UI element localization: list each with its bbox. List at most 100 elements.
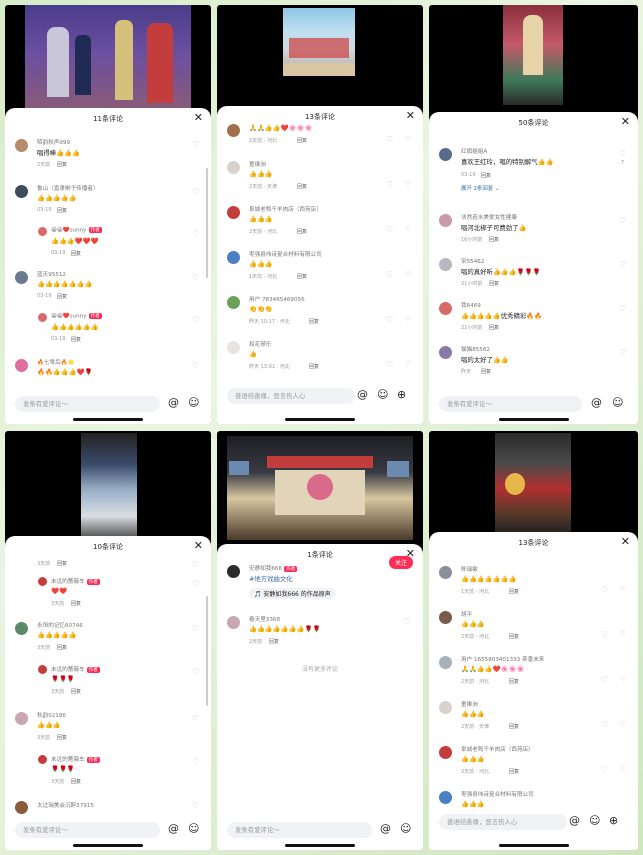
reply-author-name[interactable]: 😀😀❤️sunny (51, 314, 87, 320)
comment-input[interactable]: 发条有爱评论～ (15, 822, 160, 838)
mention-icon[interactable]: @ (380, 822, 391, 835)
emoji-icon[interactable]: ☺ (188, 822, 199, 835)
expand-replies-button[interactable]: 展开 2条回复 ⌄ (461, 184, 499, 192)
reply-button[interactable]: 回复 (57, 734, 67, 741)
avatar[interactable] (439, 258, 452, 271)
scrollbar[interactable] (206, 168, 208, 278)
reply-author[interactable]: 😀😀❤️sunny 作者 (51, 313, 102, 320)
reply-author-name[interactable]: 未远的蔷薇车 (51, 667, 85, 673)
reply-author[interactable]: 未远的蔷薇车 作者 (51, 755, 100, 763)
like-icon[interactable]: ♡ (192, 560, 199, 569)
dislike-icon[interactable]: ♡ (405, 135, 411, 143)
comment-author[interactable]: 太过瑞美会沉醉37915 (37, 801, 94, 809)
avatar[interactable] (38, 227, 47, 236)
comment-input[interactable]: 善语结善缘，恶言伤人心 (439, 814, 567, 830)
dislike-icon[interactable]: ♡ (620, 585, 626, 593)
reply-button[interactable]: 回复 (57, 293, 67, 300)
dislike-icon[interactable]: ♡ (405, 225, 411, 233)
dislike-icon[interactable]: ♡ (620, 765, 626, 773)
dislike-icon[interactable]: ♡ (405, 360, 411, 368)
comment-input[interactable]: 发条有爱评论～ (15, 396, 160, 412)
avatar[interactable] (227, 124, 240, 137)
like-icon[interactable]: ♡ (386, 360, 393, 369)
like-icon[interactable]: ♡ (619, 348, 626, 357)
comment-author[interactable]: 用户 1655803401333 茶香未来 (461, 655, 544, 663)
original-sound-link[interactable]: 🎵 安静如我666 的作品原声 (249, 588, 336, 599)
avatar[interactable] (15, 622, 28, 635)
like-icon[interactable]: ♡ (601, 675, 608, 684)
dislike-icon[interactable]: ♡ (405, 315, 411, 323)
comment-author[interactable]: 和花琴乐 (249, 340, 271, 348)
reply-button[interactable]: 回复 (481, 172, 491, 179)
comment-author[interactable]: 宋55462 (461, 257, 484, 265)
like-icon[interactable]: ♡ (192, 757, 199, 766)
avatar[interactable] (38, 755, 47, 764)
comment-author[interactable]: 春天里3368 (249, 615, 280, 623)
like-icon[interactable]: ♡ (619, 260, 626, 269)
dislike-icon[interactable]: ♡ (620, 675, 626, 683)
reply-button[interactable]: 回复 (71, 336, 81, 343)
like-icon[interactable]: ♡ (192, 273, 199, 282)
mention-icon[interactable]: @ (569, 814, 580, 827)
avatar[interactable] (439, 346, 452, 359)
avatar[interactable] (227, 206, 240, 219)
avatar[interactable] (15, 185, 28, 198)
reply-button[interactable]: 回复 (297, 228, 307, 235)
comment-author[interactable]: 红旗姐姐A (461, 147, 487, 155)
comment-author[interactable]: 永恒的记忆60746 (37, 621, 83, 629)
avatar[interactable] (227, 296, 240, 309)
like-icon[interactable]: ♡ (192, 140, 199, 149)
like-icon[interactable]: ♡ (619, 304, 626, 313)
hashtag-link[interactable]: #地方戏曲文化 (249, 574, 293, 583)
avatar[interactable] (15, 359, 28, 372)
emoji-icon[interactable]: ☺ (400, 822, 411, 835)
follow-button[interactable]: 关注 (388, 556, 413, 569)
comment-author[interactable]: 法然若水美爱女性健康 (461, 213, 517, 221)
add-icon[interactable]: ⊕ (609, 814, 618, 827)
reply-button[interactable]: 回复 (57, 207, 67, 214)
reply-button[interactable]: 回复 (309, 363, 319, 370)
like-icon[interactable]: ♡ (601, 765, 608, 774)
reply-button[interactable]: 回复 (71, 600, 81, 607)
emoji-icon[interactable]: ☺ (589, 814, 600, 827)
avatar[interactable] (15, 139, 28, 152)
dislike-icon[interactable]: ♡ (620, 630, 626, 638)
avatar[interactable] (439, 148, 452, 161)
avatar[interactable] (439, 214, 452, 227)
avatar[interactable] (15, 271, 28, 284)
close-icon[interactable]: ✕ (621, 115, 630, 128)
comment-author[interactable]: 我6469 (461, 301, 481, 309)
like-icon[interactable]: ♡ (386, 135, 393, 144)
avatar[interactable] (227, 251, 240, 264)
reply-author-name[interactable]: 😀😀❤️sunny (51, 228, 87, 234)
comment-author[interactable]: 童维洲 (461, 700, 478, 708)
comment-input[interactable]: 发条有爱评论～ (227, 822, 372, 838)
dislike-icon[interactable]: ♡ (405, 270, 411, 278)
reply-button[interactable]: 回复 (509, 678, 519, 685)
reply-button[interactable]: 回复 (71, 250, 81, 257)
comment-author[interactable]: 猫猫85562 (461, 345, 490, 353)
reply-author-name[interactable]: 未远的蔷薇车 (51, 757, 85, 763)
avatar[interactable] (439, 611, 452, 624)
like-icon[interactable]: ♡ (386, 180, 393, 189)
comment-author[interactable]: 枣强县伟诗复合材料有限公司 (249, 250, 322, 258)
avatar[interactable] (439, 566, 452, 579)
emoji-icon[interactable]: ☺ (188, 396, 199, 409)
comment-author[interactable]: 童维洲 (249, 160, 266, 168)
like-icon[interactable]: ♡ (386, 225, 393, 234)
avatar[interactable] (227, 616, 240, 629)
like-icon[interactable]: ♡ (619, 216, 626, 225)
reply-button[interactable]: 回复 (297, 137, 307, 144)
like-icon[interactable]: ♡ (601, 585, 608, 594)
mention-icon[interactable]: @ (168, 822, 179, 835)
comment-author[interactable]: 阜城老鸭千羊肉店（西苑店） (461, 745, 534, 753)
reply-button[interactable]: 回复 (509, 588, 519, 595)
emoji-icon[interactable]: ☺ (612, 396, 623, 409)
reply-author-name[interactable]: 未远的蔷薇车 (51, 579, 85, 585)
avatar[interactable] (38, 577, 47, 586)
comment-author[interactable]: 陈瑞敏 (461, 565, 478, 573)
avatar[interactable] (439, 302, 452, 315)
reply-button[interactable]: 回复 (309, 318, 319, 325)
like-icon[interactable]: ♡ (601, 720, 608, 729)
like-icon[interactable]: ♡ (404, 617, 411, 626)
